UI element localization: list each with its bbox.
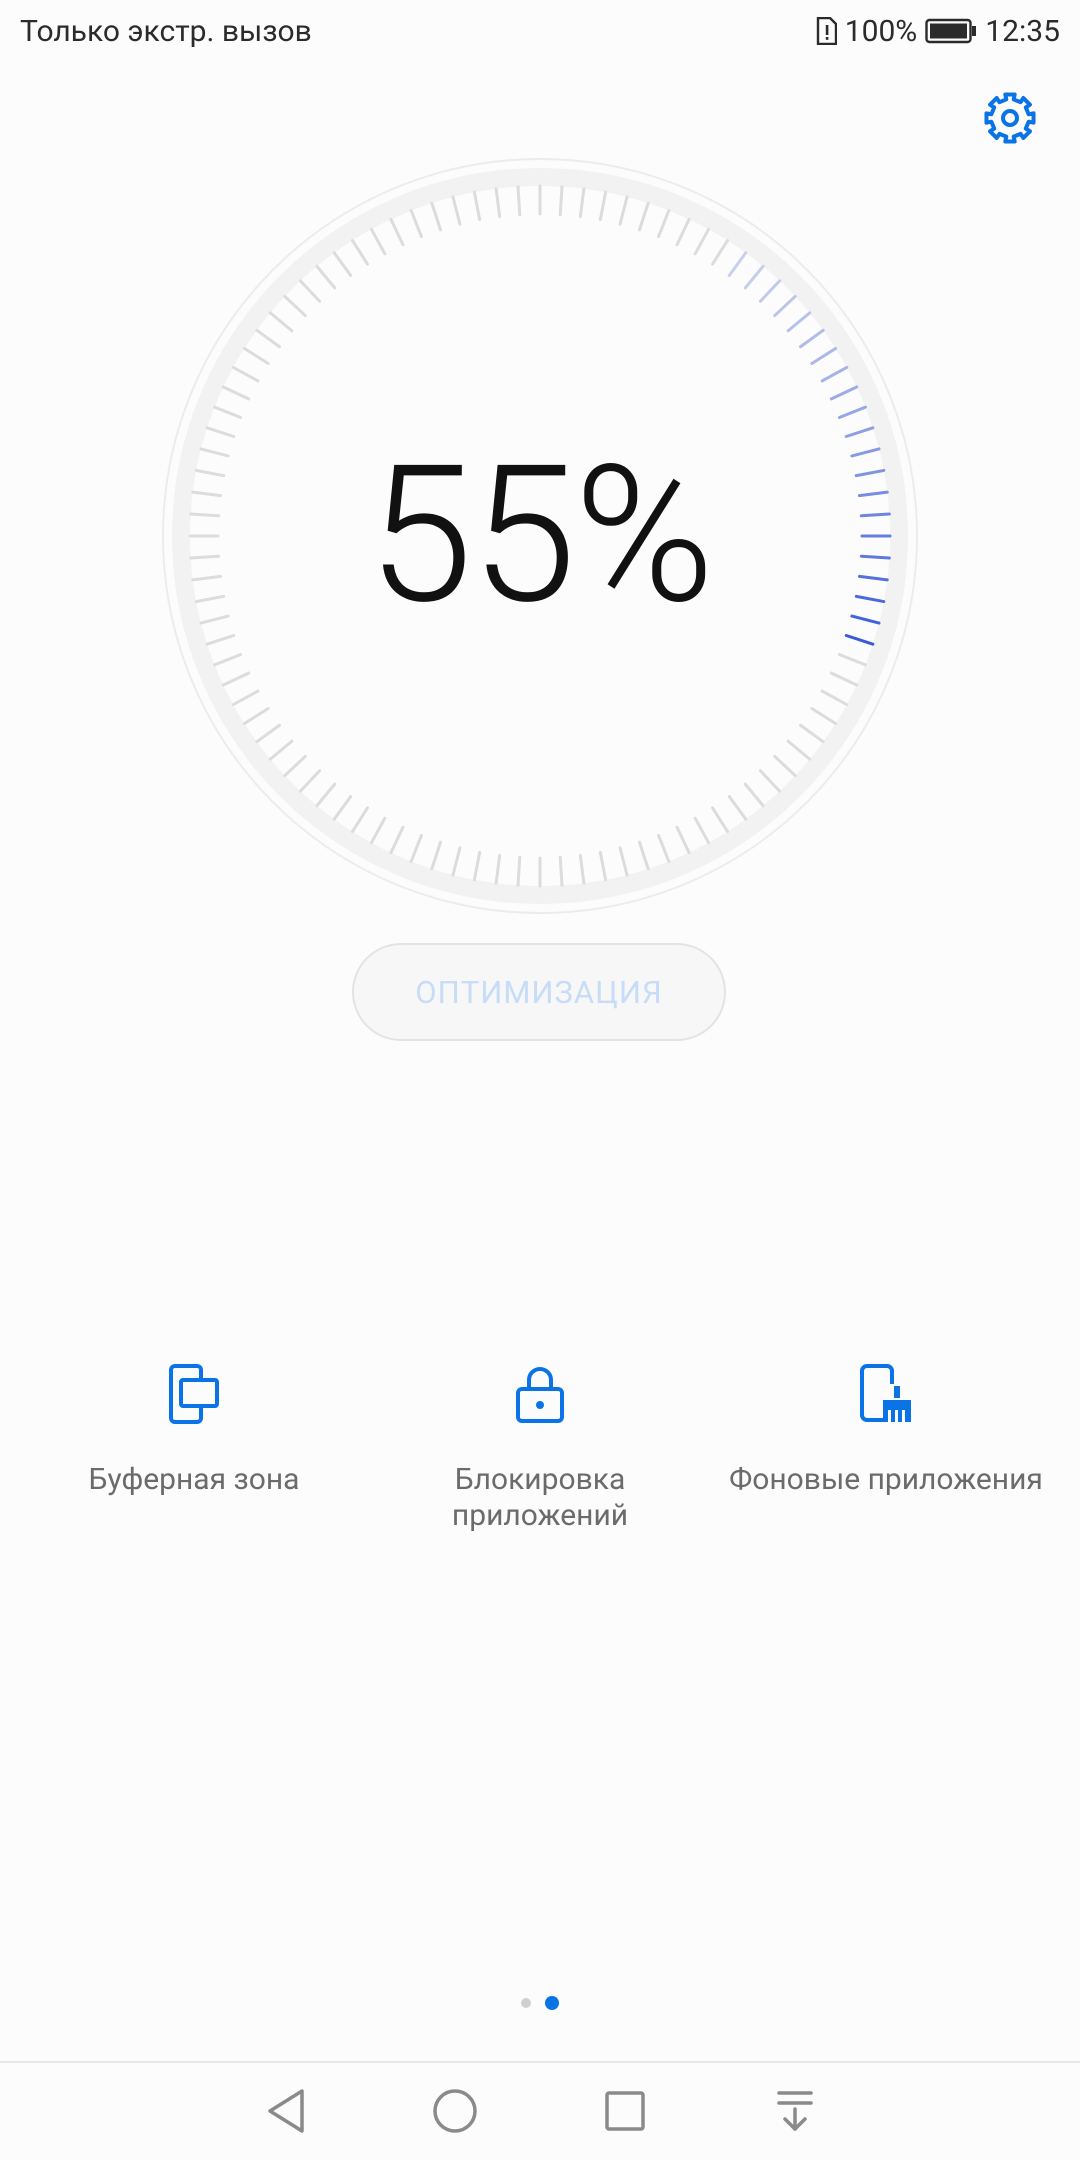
home-button[interactable]	[427, 2085, 483, 2141]
sim-alert-icon	[815, 17, 837, 45]
gauge-percent: 55%	[367, 425, 714, 647]
phone-manager-screen: Только экстр. вызов 100% 12:35 55% ОПТИМ…	[0, 0, 1080, 2160]
buffer-zone-icon	[162, 1362, 226, 1426]
gear-body	[984, 92, 1036, 144]
page-indicator	[0, 1996, 1080, 2010]
shortcut-background-apps[interactable]: Фоновые приложения	[706, 1362, 1066, 1498]
lock-icon	[508, 1362, 572, 1426]
shortcut-app-lock[interactable]: Блокировка приложений	[360, 1362, 720, 1534]
pull-down-icon	[775, 2089, 815, 2137]
home-circle-icon	[432, 2088, 478, 2138]
shortcut-label: Фоновые приложения	[729, 1462, 1043, 1497]
shortcut-label: Буферная зона	[88, 1462, 300, 1497]
recents-square-icon	[604, 2090, 646, 2136]
navigation-bar	[0, 2061, 1080, 2160]
optimize-button[interactable]: ОПТИМИЗАЦИЯ	[352, 943, 726, 1041]
carrier-status-text: Только экстр. вызов	[20, 13, 312, 49]
gear-icon	[983, 91, 1037, 149]
battery-icon	[925, 18, 977, 44]
notification-pulldown-button[interactable]	[767, 2085, 823, 2141]
recents-button[interactable]	[597, 2085, 653, 2141]
back-button[interactable]	[258, 2085, 314, 2141]
status-indicators: 100% 12:35	[815, 14, 1060, 49]
cleanup-brush-icon	[854, 1362, 918, 1426]
status-bar: Только экстр. вызов 100% 12:35	[0, 0, 1080, 62]
gear-hole	[1001, 109, 1019, 127]
page-dot-active[interactable]	[545, 1996, 559, 2010]
shortcut-buffer-zone[interactable]: Буферная зона	[14, 1362, 374, 1498]
shortcut-label: Блокировка приложений	[451, 1462, 629, 1533]
settings-button[interactable]	[980, 90, 1040, 150]
back-triangle-icon	[264, 2087, 308, 2139]
optimization-gauge: 55%	[160, 156, 920, 916]
clock: 12:35	[985, 13, 1060, 49]
page-dot[interactable]	[521, 1998, 531, 2008]
battery-percent: 100%	[844, 13, 918, 49]
